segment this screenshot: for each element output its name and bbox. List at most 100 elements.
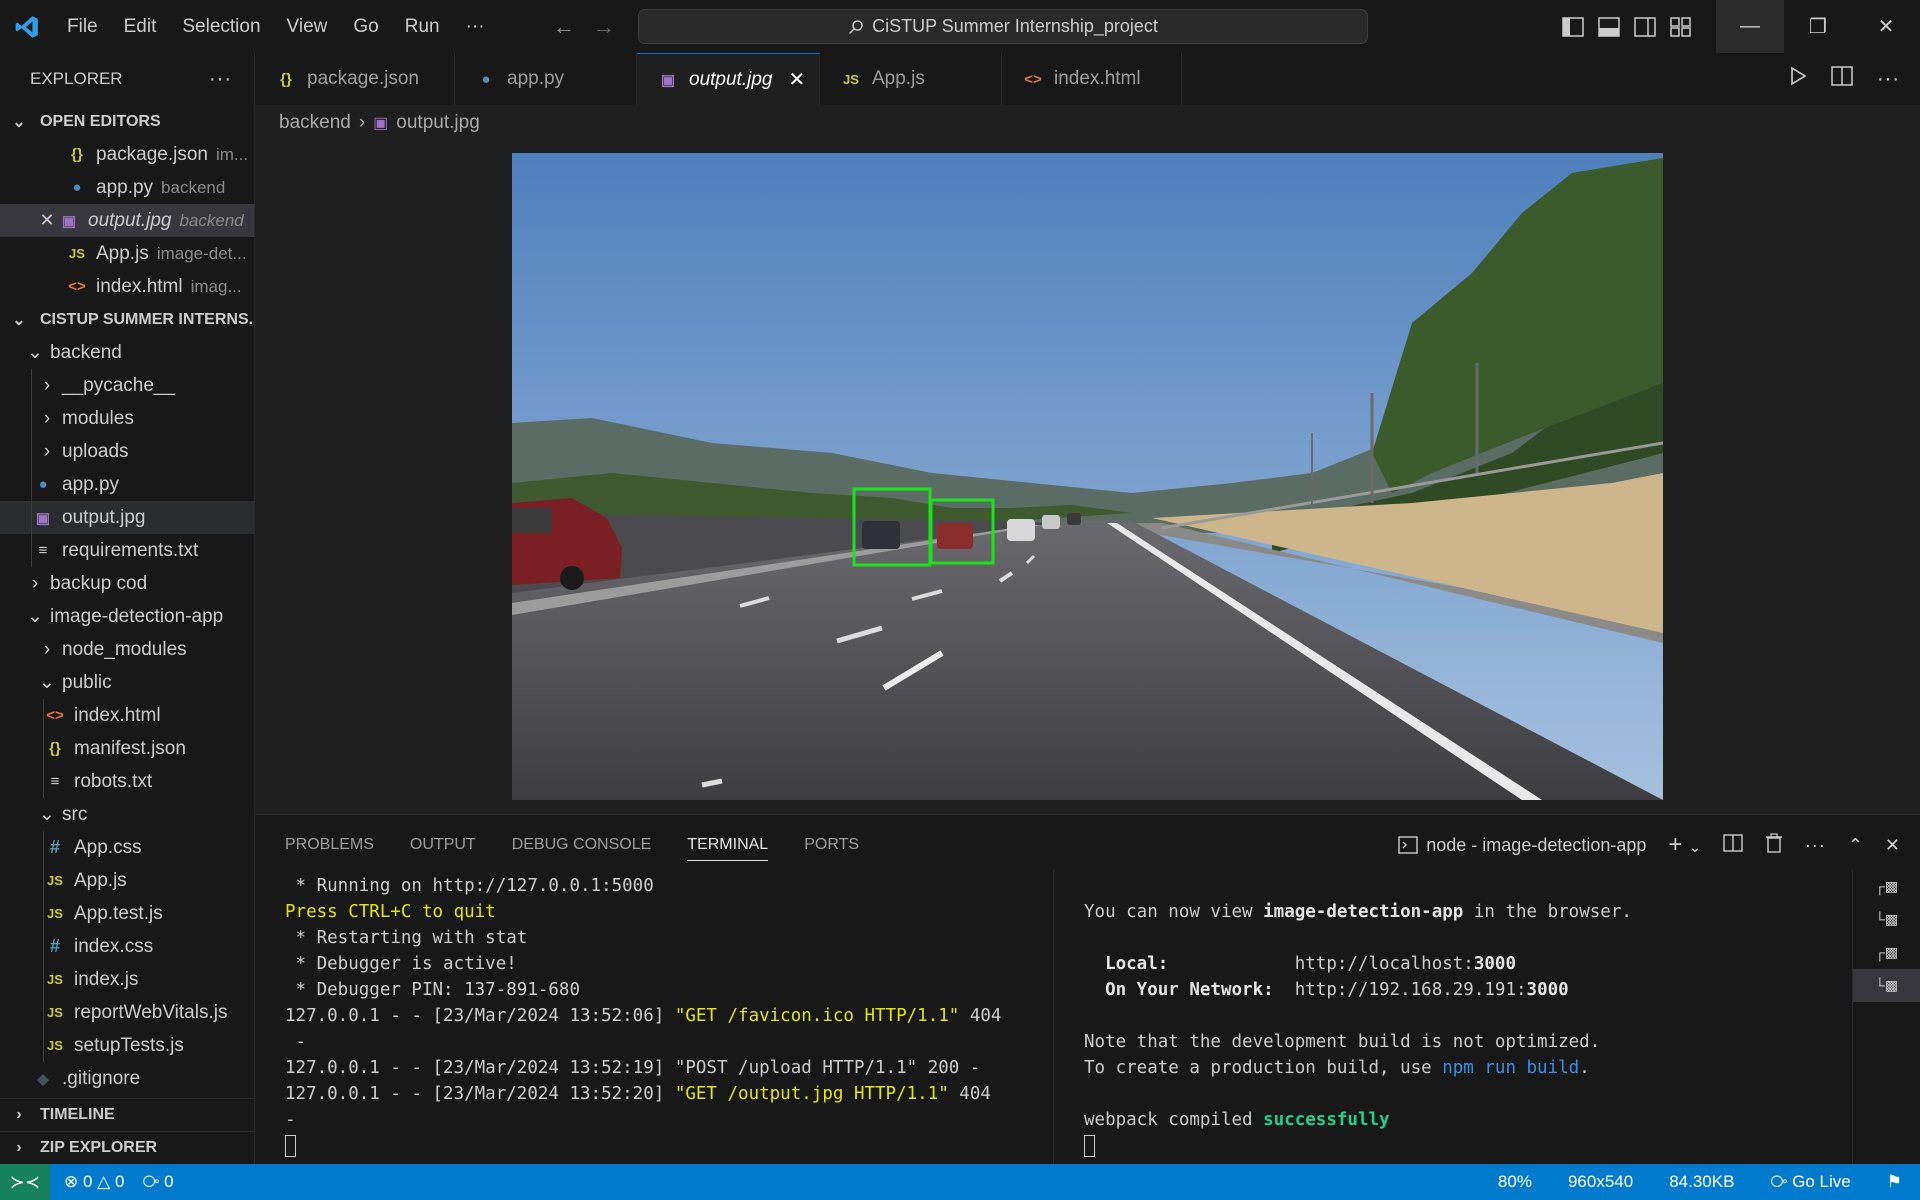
open-editor-output-jpg[interactable]: ✕ ▣ output.jpg backend bbox=[0, 204, 254, 237]
zip-explorer-section[interactable]: › ZIP EXPLORER bbox=[0, 1131, 255, 1164]
new-terminal-icon[interactable]: + ⌄ bbox=[1668, 831, 1700, 859]
breadcrumb-folder[interactable]: backend bbox=[279, 112, 351, 134]
file-requirements[interactable]: ≡ requirements.txt bbox=[0, 534, 254, 567]
toggle-panel-icon[interactable] bbox=[1598, 16, 1620, 37]
terminal-cursor bbox=[285, 1135, 296, 1157]
back-arrow-icon[interactable]: ← bbox=[553, 14, 575, 40]
restore-button[interactable]: ❐ bbox=[1784, 0, 1852, 53]
timeline-section[interactable]: › TIMELINE bbox=[0, 1098, 255, 1131]
text-file-icon: ≡ bbox=[38, 542, 48, 559]
terminal-tab-3[interactable]: ┌▩ bbox=[1853, 936, 1920, 969]
open-editor-package-json[interactable]: {} package.json im... bbox=[0, 138, 254, 171]
file-app-js[interactable]: JS App.js bbox=[0, 864, 254, 897]
tab-debug-console[interactable]: DEBUG CONSOLE bbox=[512, 836, 652, 854]
menu-file[interactable]: File bbox=[54, 0, 111, 53]
close-editor-icon[interactable]: ✕ bbox=[36, 210, 58, 231]
folder-uploads[interactable]: › uploads bbox=[0, 435, 254, 468]
menu-selection[interactable]: Selection bbox=[169, 0, 273, 53]
tab-package-json[interactable]: {} package.json bbox=[255, 53, 455, 105]
tab-output-jpg[interactable]: ▣ output.jpg ✕ bbox=[637, 53, 820, 105]
folder-modules[interactable]: › modules bbox=[0, 402, 254, 435]
menu-run[interactable]: Run bbox=[392, 0, 453, 53]
chevron-down-icon[interactable]: ⌄ bbox=[1689, 839, 1701, 855]
maximize-panel-icon[interactable]: ⌃ bbox=[1848, 835, 1863, 856]
folder-backup[interactable]: › backup cod bbox=[0, 567, 254, 600]
open-editors-section[interactable]: ⌄ OPEN EDITORS bbox=[0, 105, 254, 138]
file-app-test-js[interactable]: JS App.test.js bbox=[0, 897, 254, 930]
file-index-js[interactable]: JS index.js bbox=[0, 963, 254, 996]
folder-src[interactable]: ⌄ src bbox=[0, 798, 254, 831]
menu-edit[interactable]: Edit bbox=[111, 0, 170, 53]
close-tab-icon[interactable]: ✕ bbox=[788, 67, 805, 92]
folder-public[interactable]: ⌄ public bbox=[0, 666, 254, 699]
open-editor-index-html[interactable]: <> index.html imag... bbox=[0, 270, 254, 303]
ports-status[interactable]: ⧂ 0 bbox=[142, 1172, 173, 1192]
terminal-tab-1[interactable]: ┌▩ bbox=[1853, 870, 1920, 903]
problems-status[interactable]: ⊗ 0 △ 0 bbox=[64, 1172, 124, 1192]
minimize-button[interactable]: — bbox=[1716, 0, 1784, 53]
terminal-line: 127.0.0.1 - - [23/Mar/2024 13:52:06] bbox=[285, 1006, 675, 1026]
tab-app-py[interactable]: ● app.py bbox=[455, 53, 637, 105]
file-setup-tests[interactable]: JS setupTests.js bbox=[0, 1029, 254, 1062]
file-index-css[interactable]: # index.css bbox=[0, 930, 254, 963]
open-editor-desc: backend bbox=[179, 210, 244, 230]
folder-image-detection-app[interactable]: ⌄ image-detection-app bbox=[0, 600, 254, 633]
more-actions-icon[interactable]: ··· bbox=[1877, 68, 1900, 91]
zoom-status[interactable]: 80% bbox=[1498, 1172, 1532, 1192]
split-terminal-icon[interactable] bbox=[1723, 833, 1743, 857]
terminal-flask[interactable]: * Running on http://127.0.0.1:5000 Press… bbox=[285, 873, 1045, 1159]
chevron-right-icon: › bbox=[358, 111, 366, 133]
customize-layout-icon[interactable] bbox=[1670, 16, 1692, 37]
terminal-line: npm run build bbox=[1442, 1058, 1580, 1078]
command-center-search[interactable]: CiSTUP Summer Internship_project bbox=[638, 9, 1368, 44]
toggle-secondary-sidebar-icon[interactable] bbox=[1634, 16, 1656, 37]
tab-ports[interactable]: PORTS bbox=[804, 836, 859, 854]
open-editor-app-py[interactable]: ● app.py backend bbox=[0, 171, 254, 204]
tab-output[interactable]: OUTPUT bbox=[410, 836, 476, 854]
terminal-tab-2[interactable]: └▩ bbox=[1853, 903, 1920, 936]
file-label: App.js bbox=[74, 869, 127, 891]
file-report-web-vitals[interactable]: JS reportWebVitals.js bbox=[0, 996, 254, 1029]
bell-icon[interactable]: ⚑ bbox=[1887, 1172, 1902, 1192]
folder-pycache[interactable]: › __pycache__ bbox=[0, 369, 254, 402]
run-icon[interactable] bbox=[1789, 66, 1807, 92]
open-editor-app-js[interactable]: JS App.js image-det... bbox=[0, 237, 254, 270]
forward-arrow-icon[interactable]: → bbox=[593, 14, 615, 40]
file-app-py[interactable]: ● app.py bbox=[0, 468, 254, 501]
project-section[interactable]: ⌄ CISTUP SUMMER INTERNS... bbox=[0, 303, 254, 336]
toggle-primary-sidebar-icon[interactable] bbox=[1562, 16, 1584, 37]
file-label: App.css bbox=[74, 836, 142, 858]
breadcrumb-file[interactable]: output.jpg bbox=[396, 112, 479, 134]
split-editor-icon[interactable] bbox=[1831, 66, 1853, 92]
close-window-button[interactable]: ✕ bbox=[1852, 0, 1920, 53]
tab-index-html[interactable]: <> index.html bbox=[1002, 53, 1182, 105]
more-panel-icon[interactable]: ··· bbox=[1805, 835, 1826, 856]
terminal-selector[interactable]: node - image-detection-app bbox=[1398, 835, 1646, 856]
file-gitignore[interactable]: ◆ .gitignore bbox=[0, 1062, 254, 1095]
file-app-css[interactable]: # App.css bbox=[0, 831, 254, 864]
close-panel-icon[interactable]: ✕ bbox=[1885, 835, 1900, 856]
menu-more[interactable]: ··· bbox=[453, 0, 498, 53]
open-editor-name: app.py bbox=[96, 176, 154, 198]
chevron-down-icon: ⌄ bbox=[12, 311, 26, 329]
menu-view[interactable]: View bbox=[274, 0, 341, 53]
file-robots[interactable]: ≡ robots.txt bbox=[0, 765, 254, 798]
menu-go[interactable]: Go bbox=[340, 0, 391, 53]
trash-icon[interactable] bbox=[1765, 832, 1783, 858]
file-index-html[interactable]: <> index.html bbox=[0, 699, 254, 732]
folder-backend[interactable]: ⌄ backend bbox=[0, 336, 254, 369]
folder-node-modules[interactable]: › node_modules bbox=[0, 633, 254, 666]
chevron-down-icon: ⌄ bbox=[27, 342, 43, 363]
go-live-button[interactable]: ⧂ Go Live bbox=[1770, 1172, 1850, 1192]
terminal-tab-4[interactable]: └▩ bbox=[1853, 969, 1920, 1002]
tab-problems[interactable]: PROBLEMS bbox=[285, 836, 374, 854]
tab-app-js[interactable]: JS App.js bbox=[820, 53, 1002, 105]
file-manifest[interactable]: {} manifest.json bbox=[0, 732, 254, 765]
tab-terminal[interactable]: TERMINAL bbox=[687, 836, 769, 861]
terminal-node[interactable]: You can now view image-detection-app in … bbox=[1084, 873, 1854, 1159]
image-icon: ▣ bbox=[61, 212, 77, 230]
terminal-line: On Your Network: bbox=[1084, 980, 1274, 1000]
file-output-jpg[interactable]: ▣ output.jpg bbox=[0, 501, 254, 534]
explorer-more-icon[interactable]: ··· bbox=[209, 68, 232, 91]
remote-icon[interactable]: ≻≺ bbox=[0, 1164, 50, 1200]
